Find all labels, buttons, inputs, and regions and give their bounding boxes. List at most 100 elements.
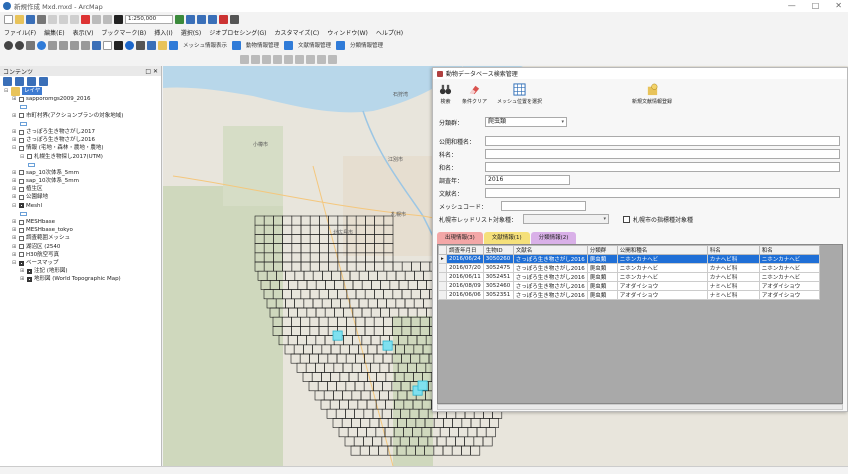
table-cell[interactable]: 2016/07/20 <box>446 263 484 273</box>
column-header[interactable]: 公開和種名 <box>616 245 708 255</box>
identify-icon[interactable] <box>125 40 134 50</box>
japanese-name-input[interactable] <box>485 162 840 172</box>
select-elements-icon[interactable] <box>114 40 123 50</box>
expand-icon[interactable]: ⊞ <box>12 234 17 242</box>
toc-layer-item[interactable]: ⊞ 注記 (地形図) <box>4 267 161 275</box>
column-header[interactable]: 文献名 <box>512 245 588 255</box>
italic-tool-icon[interactable] <box>295 54 304 64</box>
expand-icon[interactable]: ⊞ <box>20 267 25 275</box>
table-cell[interactable]: 3050260 <box>482 254 514 264</box>
table-cell[interactable]: さっぽろ生き物さがし2016 <box>512 254 588 264</box>
full-extent-icon[interactable] <box>37 40 46 50</box>
collapse-icon[interactable]: ⊟ <box>12 259 17 267</box>
fill-color-icon[interactable] <box>317 54 326 64</box>
toc-layer-item[interactable] <box>4 103 161 111</box>
mesh-code-input[interactable] <box>501 201 586 211</box>
clear-selection-icon[interactable] <box>103 40 112 50</box>
layer-visibility-checkbox[interactable] <box>19 195 24 201</box>
layer-visibility-checkbox[interactable] <box>19 145 24 151</box>
toc-layer-item[interactable]: ⊞ 市町村界(アクションプランの対象地域) <box>4 112 161 120</box>
table-cell[interactable]: ナミヘビ科 <box>706 290 760 300</box>
new-document-icon[interactable] <box>4 14 13 24</box>
menu-help[interactable]: ヘルプ(H) <box>376 28 403 37</box>
layer-visibility-checkbox[interactable] <box>19 129 24 135</box>
python-window-icon[interactable] <box>230 14 239 24</box>
layer-visibility-checkbox[interactable] <box>19 244 24 250</box>
layer-visibility-checkbox[interactable] <box>19 252 24 258</box>
measure-icon[interactable] <box>147 40 156 50</box>
toc-layer-item[interactable]: ⊞ sap_10次体系_5mm <box>4 169 161 177</box>
expand-icon[interactable]: ⊞ <box>12 169 17 177</box>
table-row[interactable]: 2016/06/11 3052451 さっぽろ生き物さがし2016 爬虫類 ニホンカナヘ… <box>438 272 820 282</box>
column-header[interactable]: 生物ID <box>482 245 514 255</box>
toc-layer-item[interactable]: ⊟ Meshl <box>4 202 161 210</box>
toc-layer-item[interactable]: ⊟ 札幌生き物探し2017(UTM) <box>4 153 161 161</box>
animal-manage-icon[interactable] <box>232 40 242 50</box>
expand-icon[interactable]: ⊞ <box>12 177 17 185</box>
toc-layer-item[interactable]: ⊞ sap_10次体系_5mm <box>4 177 161 185</box>
save-icon[interactable] <box>26 14 35 24</box>
table-cell[interactable]: 3052451 <box>482 272 514 282</box>
expand-icon[interactable]: ⊞ <box>20 275 25 283</box>
toc-layer-item[interactable] <box>4 120 161 128</box>
expand-icon[interactable]: ⊞ <box>12 193 17 201</box>
row-header[interactable]: ▸ <box>438 254 447 264</box>
toc-layer-item[interactable]: ⊞ 植生区 <box>4 185 161 193</box>
undo-icon[interactable] <box>92 14 101 24</box>
toc-layer-item[interactable] <box>4 161 161 169</box>
table-cell[interactable]: 2016/06/06 <box>446 290 484 300</box>
table-cell[interactable]: 3052475 <box>482 263 514 273</box>
mesh-display-icon[interactable] <box>169 40 178 50</box>
column-header[interactable]: 科名 <box>706 245 760 255</box>
menu-insert[interactable]: 挿入(I) <box>154 28 172 37</box>
layer-symbol-swatch[interactable] <box>20 121 27 126</box>
table-cell[interactable]: カナヘビ科 <box>706 272 760 282</box>
paste-icon[interactable] <box>70 14 79 24</box>
toc-layer-item[interactable]: ⊟ ベースマップ <box>4 259 161 267</box>
family-name-input[interactable] <box>485 149 840 159</box>
line-color-icon[interactable] <box>328 54 337 64</box>
public-name-input[interactable] <box>485 136 840 146</box>
toc-layer-item[interactable]: ⊞ 湖沼区 (2540 <box>4 243 161 251</box>
editor-toolbar-icon[interactable] <box>175 14 184 24</box>
table-cell[interactable]: アオダイショウ <box>616 281 708 291</box>
layer-visibility-checkbox[interactable] <box>19 219 24 225</box>
literature-name-input[interactable] <box>485 188 840 198</box>
redo-icon[interactable] <box>103 14 112 24</box>
collapse-icon[interactable]: ⊟ <box>4 87 9 95</box>
bold-tool-icon[interactable] <box>284 54 293 64</box>
toc-layer-item[interactable]: ⊟ 情報 (宅地・森林・農地・農地) <box>4 144 161 152</box>
column-header[interactable]: 調査年月日 <box>446 245 484 255</box>
table-row[interactable]: 2016/08/09 3052460 さっぽろ生き物さがし2016 爬虫類 アオダイショ… <box>438 281 820 291</box>
layer-visibility-checkbox[interactable] <box>19 113 24 119</box>
add-data-icon[interactable] <box>114 14 123 24</box>
mesh-display-label[interactable]: メッシュ情報表示 <box>183 41 227 49</box>
table-cell[interactable]: さっぽろ生き物さがし2016 <box>512 281 588 291</box>
expand-icon[interactable]: ⊞ <box>12 226 17 234</box>
close-button[interactable]: ✕ <box>835 1 842 10</box>
map-scale-input[interactable]: 1:250,000 <box>125 14 173 24</box>
collapse-icon[interactable]: ⊟ <box>20 153 25 161</box>
layer-visibility-checkbox[interactable] <box>19 137 24 143</box>
table-row[interactable]: 2016/07/20 3052475 さっぽろ生き物さがし2016 爬虫類 ニホンカナヘ… <box>438 263 820 273</box>
menu-bookmarks[interactable]: ブックマーク(B) <box>101 28 146 37</box>
tab-taxonomy[interactable]: 分類情報(2) <box>530 232 577 244</box>
redlist-select[interactable]: ▾ <box>523 214 609 224</box>
toc-close-button[interactable]: □ ✕ <box>145 68 158 75</box>
layer-symbol-swatch[interactable] <box>20 211 27 216</box>
shape-tool-icon[interactable] <box>251 54 260 64</box>
table-cell[interactable]: 2016/06/24 <box>446 254 484 264</box>
layer-visibility-checkbox[interactable] <box>27 268 32 274</box>
collapse-icon[interactable]: ⊟ <box>12 144 17 152</box>
pan-icon[interactable] <box>26 40 35 50</box>
font-tool-icon[interactable] <box>273 54 282 64</box>
find-icon[interactable] <box>136 40 145 50</box>
table-cell[interactable]: ニホンカナヘビ <box>758 254 820 264</box>
expand-icon[interactable]: ⊞ <box>12 128 17 136</box>
toc-layer-item[interactable]: ⊞ MESHbase_tokyo <box>4 226 161 234</box>
toc-layer-item[interactable]: ⊞ さっぽろ生き物さがし2017 <box>4 128 161 136</box>
table-cell[interactable]: さっぽろ生き物さがし2016 <box>512 263 588 273</box>
expand-icon[interactable]: ⊞ <box>12 218 17 226</box>
table-row[interactable]: 2016/06/06 3052351 さっぽろ生き物さがし2016 爬虫類 アオダイショ… <box>438 290 820 300</box>
menu-edit[interactable]: 編集(E) <box>44 28 64 37</box>
